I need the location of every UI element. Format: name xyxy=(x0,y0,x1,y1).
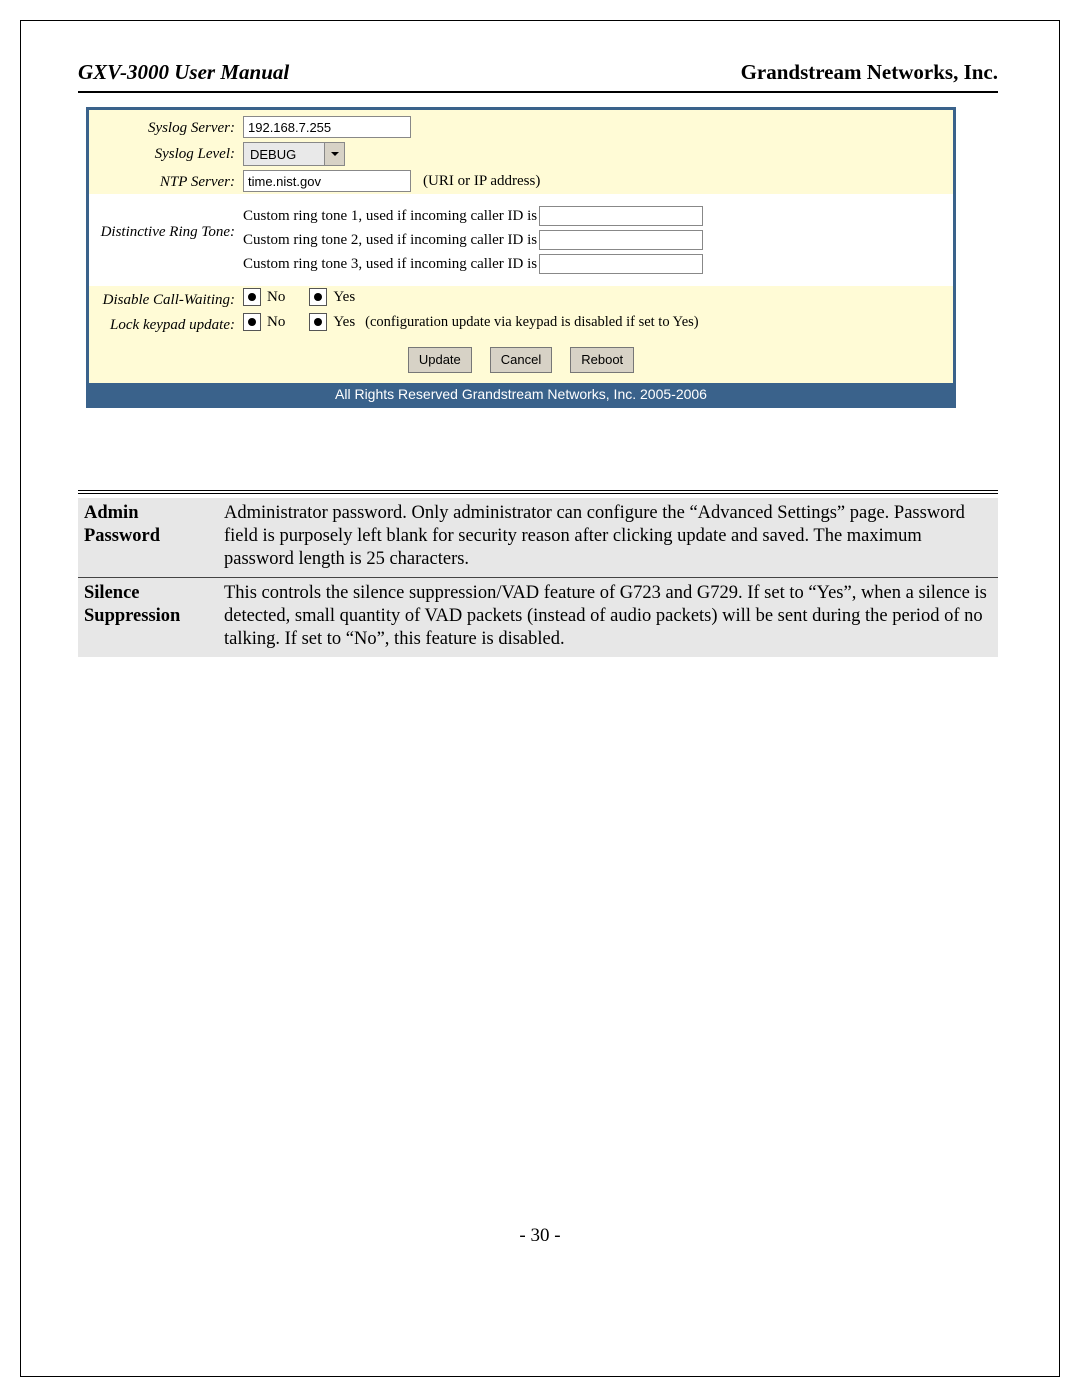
table-row: Silence Suppression This controls the si… xyxy=(78,577,998,657)
ring-tone-block: Distinctive Ring Tone: Custom ring tone … xyxy=(89,194,953,286)
admin-password-text: Administrator password. Only administrat… xyxy=(218,498,998,578)
header-title-right: Grandstream Networks, Inc. xyxy=(741,60,998,85)
syslog-server-input[interactable] xyxy=(243,116,411,138)
ring1-text: Custom ring tone 1, used if incoming cal… xyxy=(243,208,537,225)
table-row: Admin Password Administrator password. O… xyxy=(78,498,998,578)
ntp-hint: (URI or IP address) xyxy=(423,173,540,190)
dcw-no-text: No xyxy=(267,289,285,306)
ntp-server-input[interactable] xyxy=(243,170,411,192)
syslog-server-label: Syslog Server: xyxy=(95,116,243,137)
page-content: GXV-3000 User Manual Grandstream Network… xyxy=(78,60,998,657)
dcw-yes-text: Yes xyxy=(333,289,355,306)
silence-suppression-text: This controls the silence suppression/VA… xyxy=(218,577,998,657)
lku-radio-no[interactable] xyxy=(243,313,261,331)
syslog-level-select[interactable]: DEBUG xyxy=(243,142,345,166)
update-button[interactable]: Update xyxy=(408,347,472,373)
syslog-level-value: DEBUG xyxy=(250,147,296,162)
settings-panel: Syslog Server: Syslog Level: DEBUG xyxy=(86,107,956,408)
lku-radio-yes[interactable] xyxy=(309,313,327,331)
ring3-input[interactable] xyxy=(539,254,703,274)
description-table: Admin Password Administrator password. O… xyxy=(78,498,998,658)
ring1-input[interactable] xyxy=(539,206,703,226)
silence-suppression-label: Silence Suppression xyxy=(78,577,218,657)
reboot-button[interactable]: Reboot xyxy=(570,347,634,373)
cancel-button[interactable]: Cancel xyxy=(490,347,552,373)
lku-no-text: No xyxy=(267,314,285,331)
ring2-input[interactable] xyxy=(539,230,703,250)
lku-yes-text: Yes xyxy=(333,314,355,331)
header-title-left: GXV-3000 User Manual xyxy=(78,60,289,85)
ntp-server-label: NTP Server: xyxy=(95,170,243,191)
chevron-down-icon xyxy=(324,143,344,165)
ring-tone-label: Distinctive Ring Tone: xyxy=(95,202,243,241)
lku-label: Lock keypad update: xyxy=(95,313,243,334)
ring3-text: Custom ring tone 3, used if incoming cal… xyxy=(243,256,537,273)
page-number: - 30 - xyxy=(0,1225,1080,1247)
row-syslog-level: Syslog Level: DEBUG xyxy=(95,140,947,168)
row-ntp-server: NTP Server: (URI or IP address) xyxy=(95,168,947,194)
row-disable-call-waiting: Disable Call-Waiting: No Yes xyxy=(95,286,947,311)
dcw-radio-yes[interactable] xyxy=(309,288,327,306)
dcw-label: Disable Call-Waiting: xyxy=(95,288,243,309)
panel-footer: All Rights Reserved Grandstream Networks… xyxy=(89,383,953,405)
ring2-text: Custom ring tone 2, used if incoming cal… xyxy=(243,232,537,249)
button-row: Update Cancel Reboot xyxy=(95,337,947,383)
section-divider xyxy=(78,486,998,494)
lku-note: (configuration update via keypad is disa… xyxy=(365,314,698,331)
syslog-level-label: Syslog Level: xyxy=(95,142,243,163)
row-syslog-server: Syslog Server: xyxy=(95,114,947,140)
row-lock-keypad-update: Lock keypad update: No Yes (configuratio… xyxy=(95,311,947,336)
header-rule xyxy=(78,91,998,93)
dcw-radio-no[interactable] xyxy=(243,288,261,306)
page-header: GXV-3000 User Manual Grandstream Network… xyxy=(78,60,998,91)
admin-password-label: Admin Password xyxy=(78,498,218,578)
